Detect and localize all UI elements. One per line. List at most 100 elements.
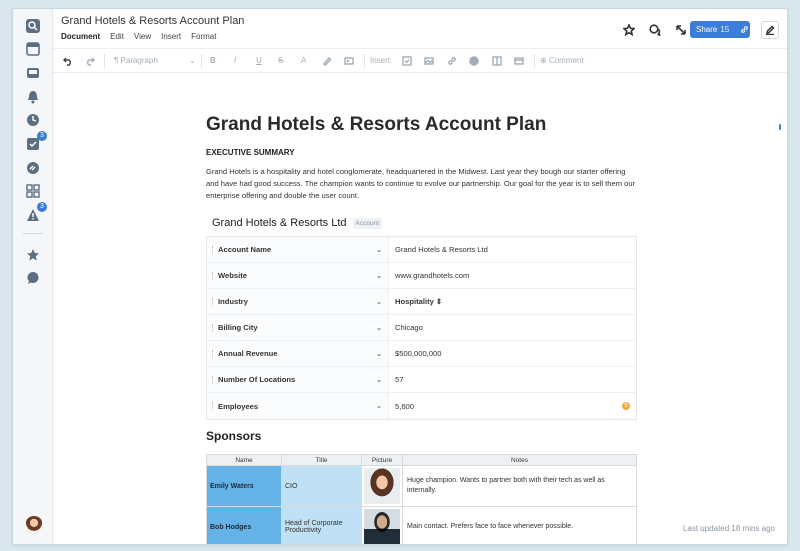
document-body[interactable]: Grand Hotels & Resorts Account Plan EXEC… <box>53 74 787 544</box>
menu-format[interactable]: Format <box>191 32 216 41</box>
sponsor-notes[interactable]: Main contact. Prefers face to face whene… <box>402 506 637 544</box>
sponsor-name[interactable]: Emily Waters <box>206 465 282 507</box>
warning-icon[interactable]: 3 <box>25 202 47 223</box>
expand-icon[interactable] <box>675 23 689 37</box>
field-row: Billing City ⌄ Chicago <box>207 315 636 341</box>
field-value-text: $500,000,000 <box>395 349 442 358</box>
drag-handle[interactable] <box>212 271 214 280</box>
pencil-icon <box>765 25 775 35</box>
inbox-icon[interactable] <box>25 65 41 81</box>
bold-button[interactable]: B <box>210 56 216 65</box>
page-heading[interactable]: Grand Hotels & Resorts Account Plan <box>206 114 546 136</box>
alerts-badge: 3 <box>37 202 47 212</box>
field-name-cell[interactable]: Industry ⌄ <box>207 289 389 314</box>
underline-button[interactable]: U <box>256 56 262 65</box>
apps-grid-icon[interactable] <box>25 183 41 199</box>
chevron-down-icon[interactable]: ⌄ <box>376 272 382 280</box>
field-value[interactable]: www.grandhotels.com <box>389 263 636 288</box>
field-name-cell[interactable]: Billing City ⌄ <box>207 315 389 340</box>
tasks-badge: 3 <box>37 131 47 141</box>
chevron-down-icon[interactable]: ⌄ <box>189 56 196 65</box>
left-rail: 3 3 <box>13 9 53 544</box>
paragraph-style-select[interactable]: ¶ Paragraph <box>114 56 158 65</box>
sponsor-notes[interactable]: Huge champion. Wants to partner both wit… <box>402 465 637 507</box>
field-name-cell[interactable]: Number Of Locations ⌄ <box>207 367 389 392</box>
menu-view[interactable]: View <box>134 32 151 41</box>
sponsor-photo <box>364 509 400 544</box>
column-header[interactable]: Title <box>281 454 362 466</box>
tasks-icon[interactable]: 3 <box>25 131 47 152</box>
browser-icon[interactable] <box>25 41 41 57</box>
link-insert-icon[interactable] <box>446 55 458 67</box>
menu-document[interactable]: Document <box>61 32 100 41</box>
sponsor-picture-cell[interactable] <box>361 506 403 544</box>
bell-icon[interactable] <box>25 89 41 105</box>
star-icon[interactable] <box>25 247 41 263</box>
field-value[interactable]: 5,600 5 <box>389 393 636 419</box>
column-header[interactable]: Picture <box>361 454 403 466</box>
sponsor-name[interactable]: Bob Hodges <box>206 506 282 544</box>
chat-icon[interactable] <box>25 270 41 286</box>
drag-handle[interactable] <box>212 323 214 332</box>
star-outline-icon[interactable] <box>622 23 637 37</box>
clock-icon[interactable] <box>25 112 41 128</box>
scroll-position-indicator[interactable] <box>779 124 781 130</box>
italic-button[interactable]: I <box>234 56 236 65</box>
field-name-cell[interactable]: Website ⌄ <box>207 263 389 288</box>
comment-count-badge[interactable]: 5 <box>622 402 630 410</box>
column-header[interactable]: Notes <box>402 454 637 466</box>
drag-handle[interactable] <box>212 297 214 306</box>
field-value[interactable]: 57 <box>389 367 636 392</box>
field-name-cell[interactable]: Account Name ⌄ <box>207 237 389 262</box>
chevron-down-icon[interactable]: ⌄ <box>376 402 382 410</box>
menu-edit[interactable]: Edit <box>110 32 124 41</box>
image-icon[interactable] <box>423 55 435 67</box>
comment-button[interactable]: ⊕ Comment <box>540 56 584 65</box>
column-header[interactable]: Name <box>206 454 282 466</box>
drag-handle[interactable] <box>212 402 214 410</box>
app-window: 3 3 Grand Hotels & Resorts Account Plan … <box>12 8 788 545</box>
chevron-down-icon[interactable]: ⌄ <box>376 324 382 332</box>
highlighter-icon[interactable] <box>321 55 333 67</box>
edit-button[interactable] <box>761 21 779 39</box>
chevron-down-icon[interactable]: ⌄ <box>376 298 382 306</box>
field-name-cell[interactable]: Employees ⌄ <box>207 393 389 419</box>
checklist-icon[interactable] <box>401 55 413 67</box>
account-card-title[interactable]: Grand Hotels & Resorts Ltd <box>212 217 347 229</box>
chevron-down-icon[interactable]: ⌄ <box>376 246 382 254</box>
link-icon[interactable] <box>25 160 41 176</box>
undo-icon[interactable] <box>62 55 74 67</box>
search-icon[interactable] <box>25 18 41 34</box>
field-name-cell[interactable]: Annual Revenue ⌄ <box>207 341 389 366</box>
sponsor-picture-cell[interactable] <box>361 465 403 507</box>
account-card-header[interactable]: Grand Hotels & Resorts Ltd Account <box>212 217 383 229</box>
field-value[interactable]: Grand Hotels & Resorts Ltd <box>389 237 636 262</box>
field-value[interactable]: Hospitality ⇕ <box>389 289 636 314</box>
share-button[interactable]: Share 15 <box>690 21 750 38</box>
text-color-button[interactable]: A <box>301 56 306 65</box>
summary-paragraph[interactable]: Grand Hotels is a hospitality and hotel … <box>206 166 638 202</box>
field-value[interactable]: $500,000,000 <box>389 341 636 366</box>
chevron-down-icon[interactable]: ⌄ <box>376 376 382 384</box>
copy-link-icon[interactable] <box>740 25 749 34</box>
user-avatar[interactable] <box>25 516 43 534</box>
sponsor-title[interactable]: CIO <box>281 465 362 507</box>
chevron-down-icon[interactable]: ⌄ <box>376 350 382 358</box>
table-icon[interactable] <box>513 55 525 67</box>
section-label[interactable]: EXECUTIVE SUMMARY <box>206 148 295 157</box>
code-block-icon[interactable] <box>343 55 355 67</box>
comments-icon[interactable] <box>649 23 663 37</box>
industry-picklist[interactable]: Hospitality ⇕ <box>395 297 442 306</box>
embed-icon[interactable] <box>491 55 503 67</box>
strikethrough-button[interactable]: S <box>278 56 283 65</box>
drag-handle[interactable] <box>212 375 214 384</box>
sponsor-title[interactable]: Head of Corporate Productivity <box>281 506 362 544</box>
drag-handle[interactable] <box>212 349 214 358</box>
redo-icon[interactable] <box>84 55 96 67</box>
record-icon[interactable] <box>468 55 480 67</box>
drag-handle[interactable] <box>212 245 214 254</box>
menu-insert[interactable]: Insert <box>161 32 181 41</box>
field-value[interactable]: Chicago <box>389 315 636 340</box>
document-title[interactable]: Grand Hotels & Resorts Account Plan <box>61 15 244 27</box>
sponsors-heading[interactable]: Sponsors <box>206 429 261 443</box>
